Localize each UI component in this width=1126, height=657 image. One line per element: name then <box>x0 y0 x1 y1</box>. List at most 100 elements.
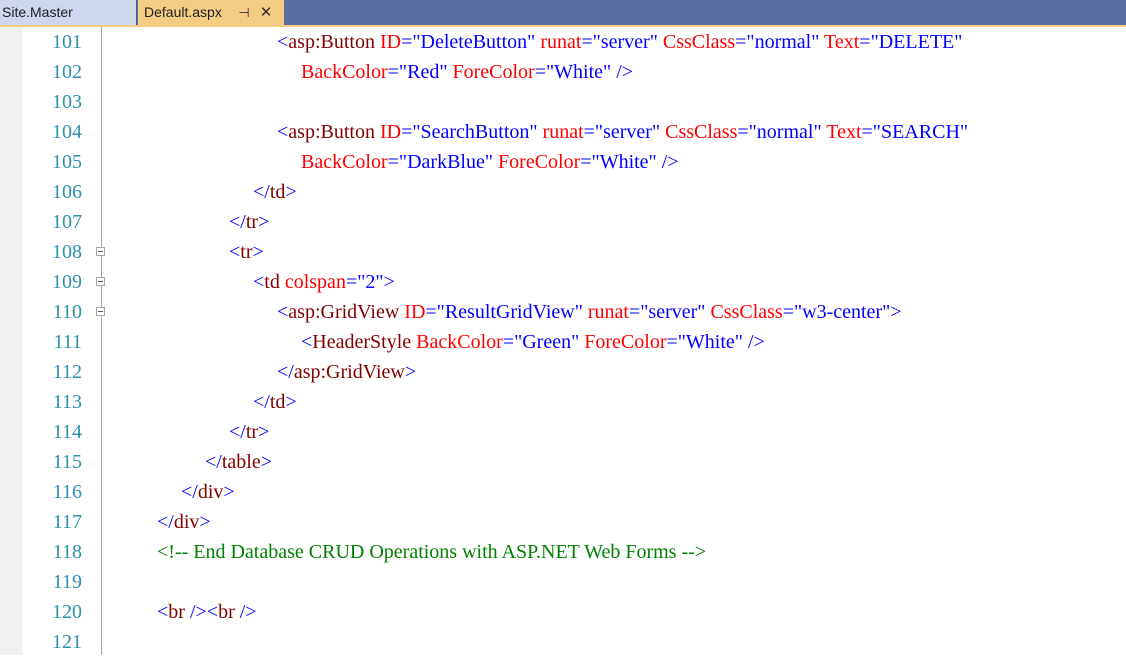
code-token: > <box>258 421 270 443</box>
tab-default-aspx[interactable]: Default.aspx ⊣ ✕ <box>138 0 284 25</box>
tab-site-master-label: Site.Master <box>2 4 73 20</box>
code-token: </ <box>205 451 222 473</box>
code-token: ForeColor <box>447 61 535 83</box>
code-token: /> <box>742 331 765 353</box>
line-number: 120 <box>52 601 82 623</box>
code-token: < <box>277 121 289 143</box>
code-token: colspan <box>279 271 346 293</box>
line-number: 121 <box>52 631 82 653</box>
code-token: ="DELETE" <box>859 31 963 53</box>
line-number: 116 <box>52 481 82 503</box>
code-line[interactable]: 112 </asp:GridView> <box>0 357 1126 387</box>
code-token: > <box>258 211 270 233</box>
code-text: BackColor="Red" ForeColor="White" /> <box>301 57 633 87</box>
line-number: 106 <box>52 181 82 203</box>
code-token: br <box>168 601 185 623</box>
code-text: </div> <box>181 477 235 507</box>
code-line[interactable]: 118 <!-- End Database CRUD Operations wit… <box>0 537 1126 567</box>
code-token: ="White" <box>534 61 612 83</box>
code-text: </td> <box>253 387 297 417</box>
line-number: 103 <box>52 91 82 113</box>
code-token: tr <box>240 241 253 263</box>
code-token: </ <box>277 361 294 383</box>
code-line[interactable]: 111 <HeaderStyle BackColor="Green" ForeCo… <box>0 327 1126 357</box>
code-line[interactable]: 110 <asp:GridView ID="ResultGridView" run… <box>0 297 1126 327</box>
code-line[interactable]: 109 <td colspan="2"> <box>0 267 1126 297</box>
code-token: CssClass <box>705 301 783 323</box>
code-text: <td colspan="2"> <box>253 267 395 297</box>
collapse-toggle-icon[interactable] <box>96 247 105 256</box>
code-text: <asp:GridView ID="ResultGridView" runat=… <box>277 297 902 327</box>
code-text: </tr> <box>229 207 269 237</box>
collapse-toggle-icon[interactable] <box>96 307 105 316</box>
code-token: ="normal" <box>735 31 820 53</box>
code-token: />< <box>184 601 219 623</box>
code-line[interactable]: 117 </div> <box>0 507 1126 537</box>
code-token: > <box>285 391 297 413</box>
code-token: HeaderStyle <box>312 331 412 353</box>
code-token: td <box>269 181 286 203</box>
code-token: runat <box>582 301 629 323</box>
code-token: > <box>890 301 902 323</box>
document-tab-bar: Site.Master Default.aspx ⊣ ✕ <box>0 0 1126 25</box>
code-token: ="DeleteButton" <box>401 31 536 53</box>
code-token: BackColor <box>301 151 388 173</box>
code-token: BackColor <box>301 61 388 83</box>
code-line[interactable]: 119 <box>0 567 1126 597</box>
collapse-toggle-icon[interactable] <box>96 277 105 286</box>
code-token: table <box>221 451 261 473</box>
code-text: <asp:Button ID="DeleteButton" runat="ser… <box>277 27 962 57</box>
code-token: td <box>269 391 286 413</box>
tab-site-master[interactable]: Site.Master <box>0 0 137 25</box>
code-text: </asp:GridView> <box>277 357 416 387</box>
code-line[interactable]: 116 </div> <box>0 477 1126 507</box>
code-line[interactable]: 120 <br /><br /> <box>0 597 1126 627</box>
code-token: td <box>264 271 280 293</box>
code-token: tr <box>245 421 259 443</box>
line-number: 102 <box>52 61 82 83</box>
code-token: tr <box>245 211 259 233</box>
code-token: < <box>157 601 169 623</box>
code-token: asp:Button <box>288 31 375 53</box>
code-editor[interactable]: 101 <asp:Button ID="DeleteButton" runat="… <box>0 27 1126 655</box>
code-token: ID <box>374 31 402 53</box>
code-text: <HeaderStyle BackColor="Green" ForeColor… <box>301 327 765 357</box>
code-line[interactable]: 114 </tr> <box>0 417 1126 447</box>
code-token: asp:GridView <box>288 301 400 323</box>
code-line[interactable]: 102 BackColor="Red" ForeColor="White" /> <box>0 57 1126 87</box>
code-token: div <box>173 511 200 533</box>
code-token: br <box>218 601 235 623</box>
code-line[interactable]: 107 </tr> <box>0 207 1126 237</box>
code-line[interactable]: 104 <asp:Button ID="SearchButton" runat="… <box>0 117 1126 147</box>
code-token: ="White" <box>666 331 743 353</box>
code-token: ID <box>374 121 402 143</box>
line-number: 107 <box>52 211 82 233</box>
code-token: ="DarkBlue" <box>387 151 494 173</box>
pin-icon[interactable]: ⊣ <box>236 0 252 25</box>
code-line[interactable]: 106 </td> <box>0 177 1126 207</box>
code-token: </ <box>229 211 246 233</box>
code-token: Text <box>821 121 862 143</box>
code-token: CssClass <box>660 121 738 143</box>
code-line[interactable]: 115 </table> <box>0 447 1126 477</box>
code-line[interactable]: 103 <box>0 87 1126 117</box>
code-token: div <box>197 481 224 503</box>
code-line[interactable]: 108 <tr> <box>0 237 1126 267</box>
code-line[interactable]: 105 BackColor="DarkBlue" ForeColor="White… <box>0 147 1126 177</box>
code-line[interactable]: 121 <box>0 627 1126 657</box>
code-token: ="Red" <box>387 61 448 83</box>
code-token: > <box>223 481 235 503</box>
close-icon[interactable]: ✕ <box>258 0 274 25</box>
code-token: Text <box>819 31 860 53</box>
code-token: < <box>301 331 313 353</box>
code-token: > <box>404 361 417 383</box>
line-number: 119 <box>52 571 82 593</box>
code-token: > <box>383 271 395 293</box>
code-line[interactable]: 101 <asp:Button ID="DeleteButton" runat="… <box>0 27 1126 57</box>
code-token: </ <box>157 511 174 533</box>
code-line[interactable]: 113 </td> <box>0 387 1126 417</box>
code-text: BackColor="DarkBlue" ForeColor="White" /… <box>301 147 679 177</box>
code-text: </div> <box>157 507 211 537</box>
line-number: 117 <box>52 511 82 533</box>
code-token: < <box>277 301 289 323</box>
